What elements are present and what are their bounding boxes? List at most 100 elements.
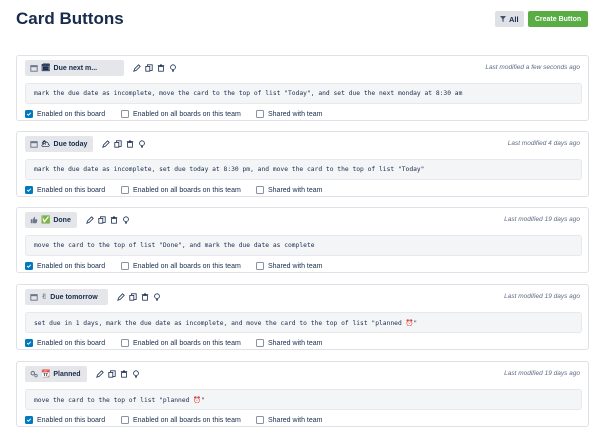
enabled-board-checkbox[interactable] [25, 339, 33, 347]
button-name: Done [53, 216, 71, 224]
shared-label: Shared with team [268, 339, 323, 347]
calendar-icon [29, 293, 38, 302]
button-options: Enabled on this board Enabled on all boa… [25, 414, 585, 426]
edit-icon[interactable] [86, 215, 94, 224]
enabled-team-checkbox[interactable] [121, 186, 129, 194]
card-button-row: 📆 Planned Last modified 19 days ago move… [16, 361, 589, 427]
create-button[interactable]: Create Button [528, 11, 588, 27]
enabled-team-label: Enabled on all boards on this team [133, 416, 241, 424]
trash-icon[interactable] [110, 215, 118, 224]
enabled-board-checkbox[interactable] [25, 110, 33, 118]
trash-icon[interactable] [157, 63, 165, 72]
shared-checkbox[interactable] [256, 416, 264, 424]
last-modified: Last modified 19 days ago [504, 216, 580, 223]
copy-icon[interactable] [108, 369, 116, 378]
button-chip[interactable]: 📆 Planned [25, 366, 87, 382]
page-header: Card Buttons All Create Button [0, 0, 600, 44]
trash-icon[interactable] [120, 369, 128, 378]
lightbulb-icon[interactable] [153, 292, 161, 301]
trash-icon[interactable] [141, 292, 149, 301]
shared-checkbox[interactable] [256, 262, 264, 270]
button-emoji: ✅ [41, 215, 51, 225]
enabled-team-checkbox[interactable] [121, 339, 129, 347]
filter-icon [500, 16, 506, 22]
edit-icon[interactable] [133, 63, 141, 72]
button-actions [117, 292, 161, 301]
enabled-board-option[interactable]: Enabled on this board [25, 260, 105, 272]
enabled-team-label: Enabled on all boards on this team [133, 262, 241, 270]
enabled-team-option[interactable]: Enabled on all boards on this team [121, 260, 241, 272]
button-options: Enabled on this board Enabled on all boa… [25, 260, 585, 272]
button-command: mark the due date as incomplete, set due… [25, 159, 582, 180]
enabled-board-option[interactable]: Enabled on this board [25, 108, 105, 120]
card-button-row: 🌥 Due today Last modified 4 days ago mar… [16, 131, 589, 197]
thumbs-up-icon [29, 216, 38, 225]
button-emoji: 📆 [41, 369, 51, 379]
enabled-team-label: Enabled on all boards on this team [133, 339, 241, 347]
button-chip[interactable]: 🌥 Due today [25, 136, 93, 152]
button-chip[interactable]: 🗓 Due next m... [25, 60, 124, 76]
button-actions [102, 139, 146, 148]
enabled-board-checkbox[interactable] [25, 186, 33, 194]
shared-checkbox[interactable] [256, 339, 264, 347]
card-button-row: ✌ Due tomorrow Last modified 19 days ago… [16, 284, 589, 350]
enabled-team-checkbox[interactable] [121, 110, 129, 118]
enabled-board-label: Enabled on this board [37, 339, 106, 347]
lightbulb-icon[interactable] [132, 369, 140, 378]
last-modified: Last modified a few seconds ago [485, 64, 580, 71]
filter-all-label: All [509, 14, 519, 24]
button-chip[interactable]: ✅ Done [25, 212, 77, 228]
enabled-team-checkbox[interactable] [121, 262, 129, 270]
shared-label: Shared with team [268, 110, 323, 118]
copy-icon[interactable] [129, 292, 137, 301]
enabled-board-label: Enabled on this board [37, 416, 106, 424]
gears-icon [29, 370, 38, 379]
button-emoji: ✌ [41, 292, 48, 302]
enabled-team-option[interactable]: Enabled on all boards on this team [121, 337, 241, 349]
copy-icon[interactable] [114, 139, 122, 148]
enabled-board-option[interactable]: Enabled on this board [25, 337, 105, 349]
enabled-board-checkbox[interactable] [25, 262, 33, 270]
enabled-team-option[interactable]: Enabled on all boards on this team [121, 184, 241, 196]
button-command: set due in 1 days, mark the due date as … [25, 312, 582, 333]
card-button-row: 🗓 Due next m... Last modified a few seco… [16, 55, 589, 121]
button-command: move the card to the top of list "Done",… [25, 235, 582, 256]
filter-all-button[interactable]: All [495, 11, 524, 27]
lightbulb-icon[interactable] [122, 215, 130, 224]
calendar-icon [29, 64, 38, 73]
edit-icon[interactable] [102, 139, 110, 148]
copy-icon[interactable] [98, 215, 106, 224]
copy-icon[interactable] [145, 63, 153, 72]
shared-option[interactable]: Shared with team [256, 414, 322, 426]
enabled-board-option[interactable]: Enabled on this board [25, 184, 105, 196]
shared-checkbox[interactable] [256, 110, 264, 118]
trash-icon[interactable] [126, 139, 134, 148]
shared-label: Shared with team [268, 416, 323, 424]
enabled-team-option[interactable]: Enabled on all boards on this team [121, 108, 241, 120]
last-modified: Last modified 4 days ago [507, 140, 580, 147]
shared-option[interactable]: Shared with team [256, 184, 322, 196]
enabled-team-option[interactable]: Enabled on all boards on this team [121, 414, 241, 426]
shared-option[interactable]: Shared with team [256, 260, 322, 272]
enabled-board-checkbox[interactable] [25, 416, 33, 424]
enabled-board-option[interactable]: Enabled on this board [25, 414, 105, 426]
button-emoji: 🗓 [41, 63, 51, 73]
enabled-team-label: Enabled on all boards on this team [133, 110, 241, 118]
shared-option[interactable]: Shared with team [256, 108, 322, 120]
edit-icon[interactable] [117, 292, 125, 301]
shared-label: Shared with team [268, 186, 323, 194]
shared-checkbox[interactable] [256, 186, 264, 194]
lightbulb-icon[interactable] [138, 139, 146, 148]
edit-icon[interactable] [96, 369, 104, 378]
card-button-row: ✅ Done Last modified 19 days ago move th… [16, 207, 589, 273]
button-chip[interactable]: ✌ Due tomorrow [25, 289, 108, 305]
shared-label: Shared with team [268, 262, 323, 270]
lightbulb-icon[interactable] [169, 63, 177, 72]
enabled-board-label: Enabled on this board [37, 186, 106, 194]
button-options: Enabled on this board Enabled on all boa… [25, 337, 585, 349]
button-name: Due today [53, 140, 88, 148]
enabled-team-checkbox[interactable] [121, 416, 129, 424]
shared-option[interactable]: Shared with team [256, 337, 322, 349]
button-actions [133, 63, 177, 72]
button-emoji: 🌥 [41, 139, 51, 149]
